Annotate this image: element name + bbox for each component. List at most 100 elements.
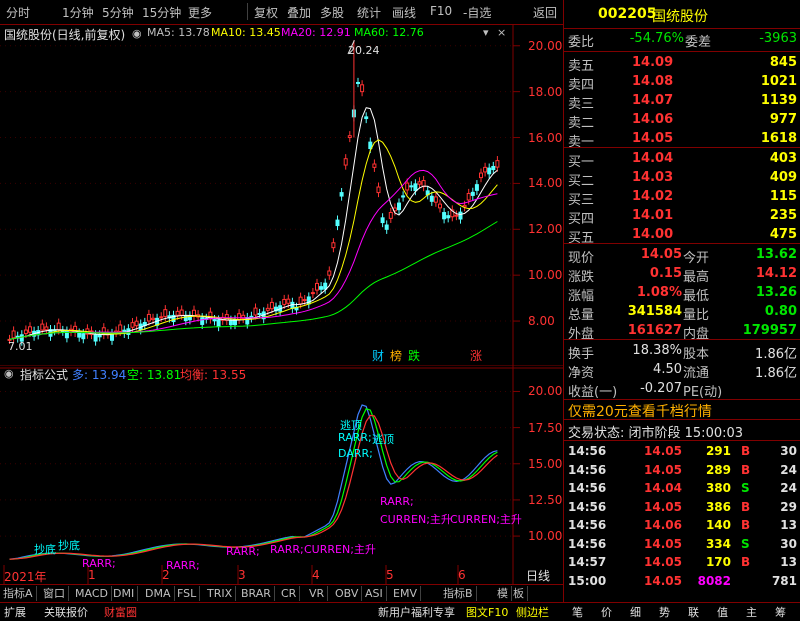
candle-body — [433, 196, 438, 203]
side-tab[interactable]: 筹 — [775, 604, 786, 620]
indicator-tab[interactable]: BRAR — [238, 586, 275, 601]
indicator-tab[interactable]: FSL — [174, 586, 201, 601]
side-tab[interactable]: 价 — [601, 604, 612, 620]
buy-level-row[interactable]: 买三 14.02 115 — [564, 187, 800, 208]
marker-bang[interactable]: 榜 — [390, 347, 402, 364]
menu-back[interactable]: 返回 — [533, 4, 557, 21]
tick-row: 14:56 14.06 140 B 13 — [568, 518, 797, 532]
time-axis-label: 4 — [312, 568, 320, 582]
indicator-tab[interactable]: ASI — [362, 586, 387, 601]
status-related-quote[interactable]: 关联报价 — [44, 604, 88, 620]
sell-level-row[interactable]: 卖二 14.06 977 — [564, 110, 800, 131]
indicator-tab[interactable]: DMA — [142, 586, 175, 601]
ma-settings-icon[interactable]: ◉ — [132, 27, 142, 40]
indicator-tab[interactable]: 指标B — [440, 586, 477, 601]
stock-label: 国统股份(日线,前复权) — [4, 28, 126, 42]
side-tab[interactable]: 笔 — [572, 604, 583, 620]
indicator-settings-icon[interactable]: ◉ — [4, 367, 14, 380]
candle-body — [23, 329, 28, 334]
candle-body — [228, 319, 233, 326]
side-tab[interactable]: 主 — [746, 604, 757, 620]
ma60-line — [9, 221, 498, 340]
indicator-tab[interactable]: TRIX — [204, 586, 237, 601]
price-axis-tick: 8.00 — [528, 314, 555, 329]
indicator-annotation: 逃顶 — [372, 433, 394, 446]
candle-body — [331, 242, 336, 249]
indicator-tab[interactable]: DMI — [110, 586, 139, 601]
menu-15min[interactable]: 15分钟 — [142, 4, 181, 21]
high-price-label: 20.24 — [348, 44, 380, 57]
indicator-title[interactable]: 指标公式 — [20, 366, 68, 383]
indicator-line-2 — [9, 414, 498, 560]
indicator-tab[interactable]: 板 — [510, 586, 528, 601]
period-label[interactable]: 日线 — [526, 567, 550, 584]
indicator-junheng: 均衡: 13.55 — [180, 368, 247, 382]
chart-close-icon[interactable]: × — [497, 26, 506, 39]
candle-body — [405, 182, 410, 191]
indicator-axis-tick: 15.00 — [528, 456, 563, 471]
indicator-tab[interactable]: CR — [278, 586, 301, 601]
menu-1min[interactable]: 1分钟 — [62, 4, 94, 21]
indicator-annotation: RARR; — [166, 559, 200, 572]
side-tab[interactable]: 联 — [688, 604, 699, 620]
candle-body — [458, 211, 463, 220]
promo-link[interactable]: 仅需20元查看千档行情 — [568, 401, 712, 421]
status-expand[interactable]: 扩展 — [4, 604, 26, 620]
candle-body — [413, 183, 418, 192]
quote-panel: 002205 国统股份 委比 -54.76% 委差 -3963 卖五 14.09… — [563, 0, 800, 620]
indicator-chart[interactable]: ◉ 指标公式 多: 13.94 空: 13.81 均衡: 13.55 20.00… — [0, 364, 563, 585]
candle-body — [466, 192, 471, 201]
candle-body — [310, 292, 315, 295]
indicator-annotation: CURREN;主升 — [304, 543, 376, 556]
candle-body — [265, 307, 270, 311]
marker-die[interactable]: 跌 — [408, 347, 420, 364]
menu-fuquan[interactable]: 复权 — [254, 4, 278, 21]
tick-row: 14:56 14.05 291 B 30 — [568, 444, 797, 458]
candle-body — [200, 317, 205, 325]
buy-level-row[interactable]: 买四 14.01 235 — [564, 206, 800, 227]
indicator-tab[interactable]: 指标A — [0, 586, 37, 601]
candle-body — [44, 326, 49, 331]
status-new-user[interactable]: 新用户福利专享 — [378, 604, 455, 620]
status-fortune-circle[interactable]: 财富圈 — [104, 604, 137, 620]
side-tab[interactable]: 细 — [630, 604, 641, 620]
menu-5min[interactable]: 5分钟 — [102, 4, 134, 21]
chart-menu-icon[interactable]: ▾ — [483, 26, 489, 39]
menu-huaxian[interactable]: 画线 — [392, 4, 416, 21]
indicator-tab[interactable]: MACD — [72, 586, 112, 601]
candle-body — [327, 270, 332, 276]
buy-level-row[interactable]: 买二 14.03 409 — [564, 168, 800, 189]
marker-cai[interactable]: 财 — [372, 347, 384, 364]
candle-body — [360, 84, 365, 93]
sell-level-row[interactable]: 卖五 14.09 845 — [564, 53, 800, 74]
main-kline-chart[interactable]: 国统股份(日线,前复权) ◉ MA5: 13.78 MA10: 13.45 MA… — [0, 24, 563, 369]
indicator-tab[interactable]: 窗口 — [40, 586, 69, 601]
candle-body — [282, 298, 287, 305]
indicator-tab[interactable]: OBV — [332, 586, 363, 601]
side-tab[interactable]: 势 — [659, 604, 670, 620]
indicator-tab[interactable]: VR — [306, 586, 329, 601]
menu-zixuan[interactable]: -自选 — [463, 4, 491, 21]
buy-level-row[interactable]: 买一 14.04 403 — [564, 149, 800, 170]
menu-diejia[interactable]: 叠加 — [287, 4, 311, 21]
side-tab[interactable]: 值 — [717, 604, 728, 620]
candle-body — [417, 181, 422, 185]
indicator-tabs: 指标A 窗口 MACD DMI DMA FSL TRIX BRAR CR VR OBV ASI EMV 指… — [0, 584, 563, 602]
menu-tongji[interactable]: 统计 — [357, 4, 381, 21]
menu-duogu[interactable]: 多股 — [320, 4, 344, 21]
status-sidebar[interactable]: 侧边栏 — [516, 604, 549, 620]
status-f10[interactable]: 图文F10 — [466, 604, 508, 620]
menu-f10[interactable]: F10 — [430, 4, 452, 18]
candle-body — [257, 312, 262, 315]
candle-body — [28, 326, 32, 333]
sell-level-row[interactable]: 卖三 14.07 1139 — [564, 91, 800, 112]
indicator-tab[interactable]: EMV — [390, 586, 421, 601]
marker-zhang[interactable]: 涨 — [470, 347, 482, 364]
sell-level-row[interactable]: 卖四 14.08 1021 — [564, 72, 800, 93]
candle-body — [151, 317, 155, 321]
menu-fenshi[interactable]: 分时 — [6, 4, 30, 21]
time-axis-label: 3 — [238, 568, 246, 582]
candle-body — [409, 185, 414, 188]
tick-row: 14:56 14.05 386 B 29 — [568, 499, 797, 514]
menu-more[interactable]: 更多 — [188, 4, 212, 21]
